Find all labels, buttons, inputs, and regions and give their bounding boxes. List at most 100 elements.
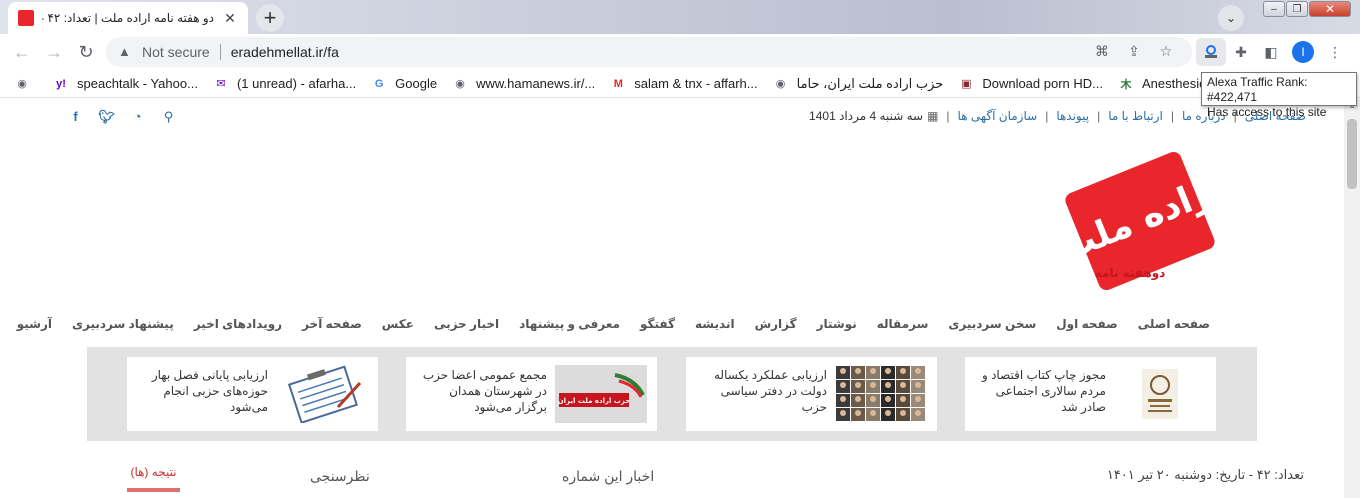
tab-results[interactable]: نتیجه (ها) [127,465,180,479]
browser-toolbar: ← → ↻ ▲ Not secure eradehmellat.ir/fa ⌘ … [0,34,1360,70]
bookmark-star-icon[interactable]: ☆ [1150,43,1182,60]
news-card-title[interactable]: مجوز چاپ کتاب اقتصاد و مردم سالاری اجتما… [976,367,1106,415]
share-icon[interactable]: ⇪ [1118,43,1150,60]
news-card[interactable]: مجوز چاپ کتاب اقتصاد و مردم سالاری اجتما… [965,357,1216,431]
nav-item[interactable]: گفتگو [640,317,675,331]
nav-item[interactable]: صفحه آخر [302,317,362,331]
portrait-face [900,410,906,416]
nav-item[interactable]: سخن سردبیری [948,317,1036,331]
back-button[interactable]: ← [6,36,38,68]
bookmark-item[interactable]: ◉ [14,76,38,92]
bookmark-item[interactable]: ▣ Download porn HD... [958,76,1103,92]
tab-search-button[interactable]: ⌄ [1218,5,1244,31]
portrait-face [870,382,876,388]
nav-item[interactable]: اخبار حزبی [434,317,499,331]
news-card-title[interactable]: ارزیابی پایانی فصل بهار حوزه‌های حزبی ان… [138,367,268,415]
tooltip-rank: Alexa Traffic Rank: #422,471 [1207,75,1308,104]
nav-item[interactable]: صفحه اول [1056,317,1117,331]
facebook-icon[interactable]: f [60,109,91,125]
top-link[interactable]: ارتباط با ما [1108,109,1163,123]
portrait-face [855,368,861,374]
yahoo-icon: y! [56,77,66,90]
portrait-face [885,410,891,416]
news-slider: مجوز چاپ کتاب اقتصاد و مردم سالاری اجتما… [87,347,1257,441]
browser-tab[interactable]: دو هفته نامه اراده ملت | تعداد: ۴۲ - تار… [8,2,248,34]
translate-icon[interactable]: ⌘ [1086,43,1118,60]
extension-tooltip: Alexa Traffic Rank: #422,471 Has access … [1201,72,1357,119]
portrait-face [915,368,921,374]
new-tab-button[interactable]: + [256,4,284,32]
tab-issue-news[interactable]: اخبار این شماره [562,468,654,485]
minimize-button[interactable]: – [1263,1,1285,17]
nav-item[interactable]: صفحه اصلی [1138,317,1210,331]
social-links: f 🐦︎ ◔ ⚲ [60,109,184,125]
site-icon: ▣ [961,78,972,90]
extensions-puzzle-icon[interactable]: ✚ [1226,38,1256,66]
site-logo[interactable]: اراده ملت دوهفته نامه [1054,151,1229,301]
tab-title: دو هفته نامه اراده ملت | تعداد: ۴۲ - تار… [42,11,214,25]
portrait-face [885,382,891,388]
forward-button[interactable]: → [38,36,70,68]
sitemap-icon[interactable]: ⚲ [153,109,184,125]
security-label[interactable]: Not secure [142,44,210,60]
clipboard-image [276,365,368,424]
close-window-button[interactable]: ✕ [1309,1,1351,17]
portrait-face [885,396,891,402]
portrait-face [900,368,906,374]
nav-item[interactable]: آرشیو [17,317,52,331]
google-icon: G [374,77,384,90]
nav-item[interactable]: رویدادهای اخیر [194,317,282,331]
address-bar[interactable]: ▲ Not secure eradehmellat.ir/fa ⌘ ⇪ ☆ [106,37,1192,67]
bookmark-label: حزب اراده ملت ایران، حاما [796,75,944,91]
nav-item[interactable]: عکس [382,317,414,331]
separator: | [946,109,950,123]
web-page: f 🐦︎ ◔ ⚲ صفحه اصلی | درباره ما | ارتباط با ما | پ… [0,99,1344,498]
browser-menu-icon[interactable]: ⋮ [1320,38,1350,66]
nav-item[interactable]: اندیشه [695,317,735,331]
nav-item[interactable]: معرفی و پیشنهاد [519,317,620,331]
news-card[interactable]: ارزیابی عملکرد یکساله دولت در دفتر سیاسی… [686,357,937,431]
page-scrollbar[interactable]: ▲ [1344,99,1360,498]
bookmark-item[interactable]: ◉ حزب اراده ملت ایران، حاما [773,76,944,92]
portraits-image [835,365,927,423]
twitter-icon[interactable]: 🐦︎ [91,109,122,125]
scroll-thumb[interactable] [1347,119,1357,189]
portrait-face [855,396,861,402]
bookmark-item[interactable]: y! speachtalk - Yahoo... [53,76,198,92]
site-favicon-icon [18,10,34,26]
profile-avatar[interactable]: I [1292,41,1314,63]
bookmark-item[interactable]: ✉ (1 unread) - afarha... [213,76,356,92]
warning-icon[interactable]: ▲ [118,44,134,60]
active-tab-indicator [127,488,180,492]
news-card[interactable]: ارزیابی پایانی فصل بهار حوزه‌های حزبی ان… [127,357,378,431]
bookmark-label: Download porn HD... [982,76,1103,91]
nav-item[interactable]: نوشتار [817,317,857,331]
rss-icon[interactable]: ◔ [122,109,153,125]
news-card-title[interactable]: مجمع عمومی اعضا حزب در شهرستان همدان برگ… [417,367,547,415]
url-text[interactable]: eradehmellat.ir/fa [231,44,339,60]
calendar-icon: ▦ [927,109,939,123]
news-card-title[interactable]: ارزیابی عملکرد یکساله دولت در دفتر سیاسی… [697,367,827,415]
bookmark-item[interactable]: Msalam & tnx - affarh... [610,76,758,92]
nav-item[interactable]: گزارش [755,317,797,331]
portrait-face [870,396,876,402]
globe-icon: ◉ [17,78,27,90]
separator: | [1097,109,1101,123]
portrait-face [840,410,846,416]
news-card[interactable]: حزب اراده ملت ایران مجمع عمومی اعضا حزب … [406,357,657,431]
bookmark-item[interactable]: ◉ www.hamanews.ir/... [452,76,595,92]
close-tab-icon[interactable]: ✕ [222,10,238,27]
top-link[interactable]: پیوندها [1056,109,1089,123]
bookmark-item[interactable]: G Google [371,76,437,92]
portrait-face [900,382,906,388]
tab-poll[interactable]: نظرسنجی [310,468,370,485]
top-link[interactable]: سازمان آگهی ها [958,109,1038,123]
restore-button[interactable]: ❐ [1286,1,1308,17]
divider [219,44,221,60]
reload-button[interactable]: ↻ [70,36,102,68]
nav-item[interactable]: پیشنهاد سردبیری [72,317,174,331]
alexa-extension-icon[interactable] [1196,38,1226,66]
book-cover-image [1114,365,1206,423]
side-panel-icon[interactable]: ◧ [1256,38,1286,66]
nav-item[interactable]: سرمقاله [877,317,929,331]
